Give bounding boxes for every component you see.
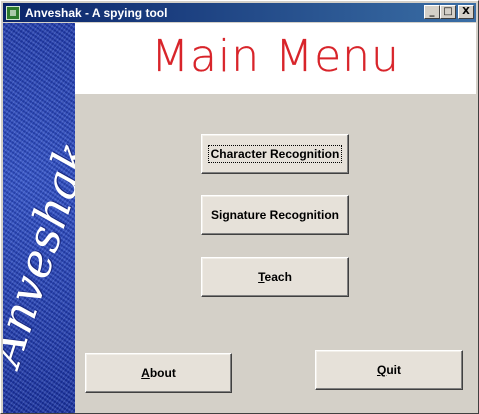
quit-label: Quit: [377, 363, 401, 377]
brand-text: Anveshak: [3, 134, 75, 372]
page-title: Main Menu: [151, 31, 400, 82]
signature-recognition-button[interactable]: Signature Recognition: [201, 195, 349, 235]
main-window: Anveshak - A spying tool _ □ X Anveshak …: [0, 0, 479, 414]
app-icon[interactable]: [6, 5, 20, 20]
character-recognition-label: Character Recognition: [207, 145, 343, 163]
about-mnemonic: A: [141, 366, 150, 380]
quit-button[interactable]: Quit: [315, 350, 463, 390]
signature-recognition-label: Signature Recognition: [210, 208, 339, 222]
minimize-button[interactable]: _: [424, 5, 440, 19]
maximize-button[interactable]: □: [440, 5, 456, 19]
about-label-rest: bout: [149, 366, 176, 380]
window-title: Anveshak - A spying tool: [25, 5, 168, 20]
teach-label: Teach: [258, 270, 292, 284]
character-recognition-button[interactable]: Character Recognition: [201, 134, 349, 174]
quit-label-rest: uit: [386, 363, 401, 377]
quit-mnemonic: Q: [376, 363, 387, 377]
about-button[interactable]: About: [85, 353, 232, 393]
title-bar[interactable]: Anveshak - A spying tool _ □ X: [3, 3, 476, 22]
brand-sidebar: Anveshak: [3, 23, 75, 413]
about-label: About: [141, 366, 176, 380]
teach-label-rest: each: [264, 270, 292, 284]
close-button[interactable]: X: [458, 5, 474, 19]
teach-button[interactable]: Teach: [201, 257, 349, 297]
window-controls: _ □ X: [424, 5, 474, 19]
header-banner: Main Menu: [75, 23, 476, 94]
